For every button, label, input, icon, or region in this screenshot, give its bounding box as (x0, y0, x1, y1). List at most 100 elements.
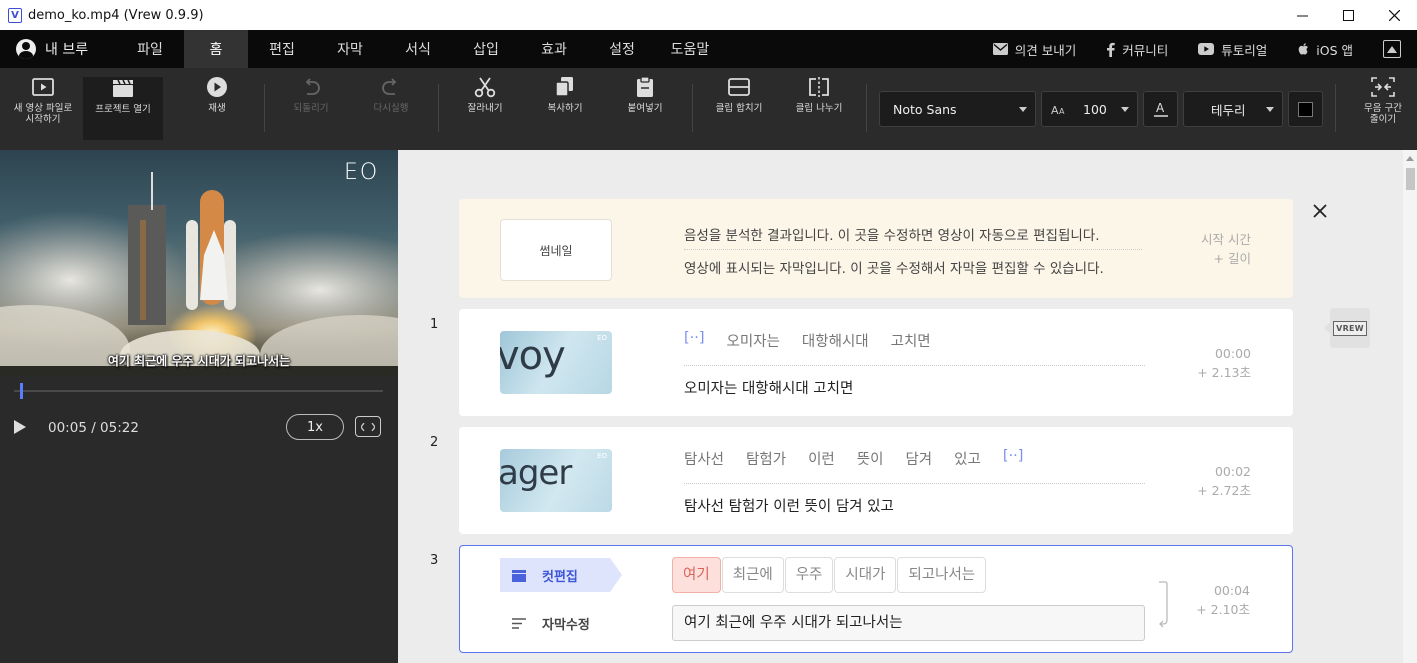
reduce-silence-label-1: 무음 구간 (1364, 103, 1402, 114)
word-token[interactable]: 탐사선 (684, 448, 724, 469)
close-icon (1313, 204, 1327, 218)
menu-settings[interactable]: 설정 (588, 30, 656, 68)
clip-card[interactable]: ager EO 탐사선 탐험가 이런 뜻이 담겨 있고 [··] 탐사선 탐험가… (459, 427, 1293, 534)
tutorial-link[interactable]: 튜토리얼 (1198, 40, 1267, 59)
merge-clip-label: 클립 합치기 (715, 103, 763, 114)
clip-number: 2 (430, 435, 439, 450)
seek-handle[interactable] (20, 383, 23, 399)
fit-screen-button[interactable] (355, 416, 381, 437)
word-chip-selected[interactable]: 여기 (672, 557, 721, 593)
play-button[interactable]: 재생 (180, 76, 254, 140)
menu-help[interactable]: 도움말 (656, 30, 724, 68)
split-clip-icon (809, 77, 829, 97)
silence-gap-token[interactable]: [··] (684, 330, 705, 351)
word-chip[interactable]: 최근에 (721, 557, 784, 593)
menu-effects[interactable]: 효과 (520, 30, 588, 68)
copy-button[interactable]: 복사하기 (528, 76, 602, 140)
close-window-button[interactable] (1371, 0, 1417, 30)
word-chip[interactable]: 되고나서는 (897, 557, 987, 593)
maximize-button[interactable] (1325, 0, 1371, 30)
dotted-divider (684, 483, 1145, 484)
expand-horizontal-icon (361, 422, 375, 431)
scrollbar-thumb[interactable] (1406, 168, 1415, 190)
menu-format[interactable]: 서식 (384, 30, 452, 68)
menu-subtitle[interactable]: 자막 (316, 30, 384, 68)
menu-edit[interactable]: 편집 (248, 30, 316, 68)
merge-clip-icon (728, 78, 750, 96)
word-token[interactable]: 이런 (808, 448, 835, 469)
merge-clip-button[interactable]: 클립 합치기 (702, 76, 776, 140)
svg-text:A: A (1156, 101, 1165, 115)
clipboard-icon (637, 76, 653, 97)
facebook-icon (1107, 42, 1115, 57)
video-preview[interactable]: EO 여기 최근에 우주 시대가 되고나서는 (0, 150, 398, 376)
open-project-button[interactable]: 프로젝트 열기 (83, 77, 163, 140)
font-size-select[interactable]: AA 100 (1041, 91, 1138, 127)
playback-speed-button[interactable]: 1x (286, 414, 344, 440)
chevron-down-icon (1266, 107, 1274, 112)
new-video-project-button[interactable]: 새 영상 파일로 시작하기 (6, 76, 80, 140)
word-token[interactable]: 대항해시대 (802, 330, 869, 351)
my-vrew-menu[interactable]: 내 브루 (16, 39, 116, 59)
feedback-link[interactable]: 의견 보내기 (992, 40, 1076, 59)
redo-button[interactable]: 다시실행 (354, 76, 428, 140)
clip-thumbnail[interactable]: voy EO (500, 331, 612, 394)
redo-icon (382, 78, 397, 95)
seek-bar[interactable] (14, 390, 383, 392)
community-link[interactable]: 커뮤니티 (1106, 40, 1168, 59)
split-clip-button[interactable]: 클립 나누기 (782, 76, 856, 140)
play-pause-button[interactable] (14, 420, 26, 438)
menu-insert[interactable]: 삽입 (452, 30, 520, 68)
menu-home[interactable]: 홈 (184, 30, 248, 68)
collapse-toolbar-button[interactable] (1383, 40, 1401, 58)
menu-file[interactable]: 파일 (116, 30, 184, 68)
menu-right-links: 의견 보내기 커뮤니티 튜토리얼 iOS 앱 (992, 30, 1417, 68)
word-chip[interactable]: 시대가 (834, 557, 897, 593)
clip-thumbnail[interactable]: ager EO (500, 449, 612, 512)
clip-duration: + 2.10초 (1196, 602, 1250, 617)
outline-color-button[interactable] (1288, 91, 1323, 127)
svg-text:A: A (1051, 104, 1059, 115)
thumb-logo: EO (597, 452, 607, 460)
word-token[interactable]: 담겨 (905, 448, 932, 469)
paste-button[interactable]: 붙여넣기 (608, 76, 682, 140)
title-bar: V demo_ko.mp4 (Vrew 0.9.9) (0, 0, 1417, 30)
scroll-up-arrow-icon[interactable] (1403, 154, 1417, 164)
font-family-select[interactable]: Noto Sans (879, 91, 1036, 127)
word-chip[interactable]: 우주 (784, 557, 834, 593)
play-circle-icon (207, 77, 227, 97)
text-color-button[interactable]: A (1143, 91, 1178, 127)
close-guide-button[interactable] (1312, 203, 1328, 219)
vrew-side-badge[interactable]: VREW (1330, 308, 1370, 348)
clip-subtitle-text[interactable]: 탐사선 탐험가 이런 뜻이 담겨 있고 (684, 495, 894, 516)
reduce-silence-button[interactable]: 무음 구간 줄이기 (1352, 76, 1414, 140)
mail-icon (992, 43, 1008, 55)
transcript-editor: 썸네일 음성을 분석한 결과입니다. 이 곳을 수정하면 영상이 자동으로 편집… (398, 150, 1403, 663)
guide-meta: 시작 시간 + 길이 (1201, 230, 1251, 268)
new-video-label-2: 시작하기 (25, 114, 61, 125)
editor-scrollbar[interactable] (1403, 150, 1417, 663)
clip-card-active[interactable]: 컷편집 자막수정 여기 최근에 우주 시대가 되고나서는 여기 최근에 우주 시… (459, 545, 1293, 653)
ios-app-link[interactable]: iOS 앱 (1297, 40, 1353, 59)
word-token[interactable]: 뜻이 (857, 448, 884, 469)
cut-edit-tab[interactable]: 컷편집 (500, 558, 610, 592)
minimize-icon (1296, 15, 1308, 16)
undo-button[interactable]: 되돌리기 (274, 76, 348, 140)
subtitle-text-field[interactable]: 여기 최근에 우주 시대가 되고나서는 (672, 605, 1145, 641)
minimize-button[interactable] (1279, 0, 1325, 30)
clip-card[interactable]: voy EO [··] 오미자는 대항해시대 고치면 오미자는 대항해시대 고치… (459, 309, 1293, 416)
cut-button[interactable]: 잘라내기 (448, 76, 522, 140)
clip-subtitle-text[interactable]: 오미자는 대항해시대 고치면 (684, 377, 853, 398)
word-token[interactable]: 오미자는 (727, 330, 780, 351)
word-token[interactable]: 고치면 (891, 330, 931, 351)
word-token[interactable]: 탐험가 (746, 448, 786, 469)
reduce-silence-icon (1371, 77, 1395, 97)
thumb-text: voy (500, 333, 566, 379)
silence-gap-token[interactable]: [··] (1003, 448, 1024, 469)
subtitle-edit-tab[interactable]: 자막수정 (500, 606, 610, 640)
video-file-icon (32, 78, 54, 96)
guide-line-1: 음성을 분석한 결과입니다. 이 곳을 수정하면 영상이 자동으로 편집됩니다. (684, 228, 1100, 244)
clip-number: 3 (430, 553, 439, 568)
word-token[interactable]: 있고 (954, 448, 981, 469)
outline-select[interactable]: 테두리 (1183, 91, 1283, 127)
